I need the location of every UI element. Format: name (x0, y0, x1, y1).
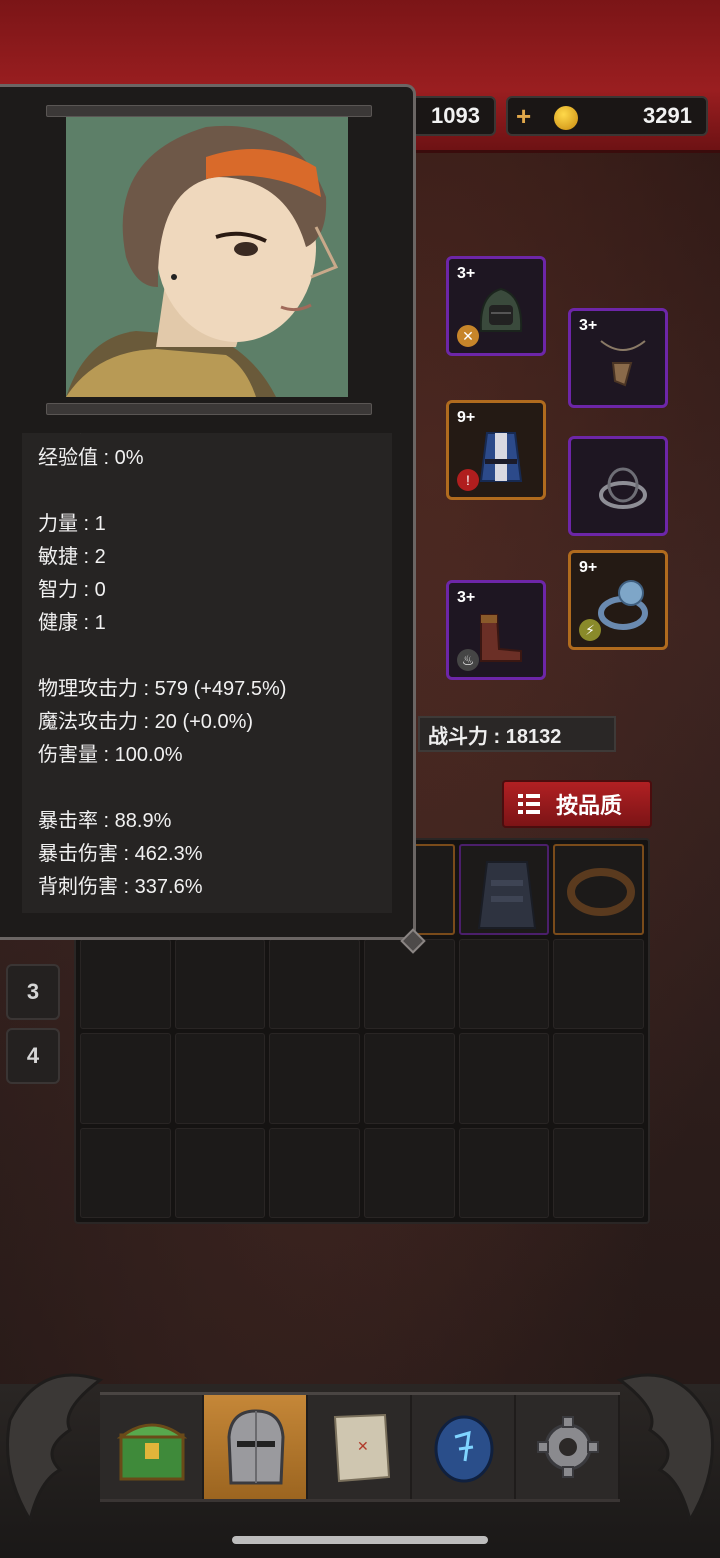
warning-icon: ! (457, 469, 479, 491)
coin-icon (554, 106, 578, 130)
stat-crit-rate: 暴击率 : 88.9% (38, 810, 172, 832)
home-indicator[interactable] (232, 1536, 488, 1544)
stats-list: 战斗力 : 18132 经验值 : 0% 力量 : 1 敏捷 : 2 智力 : … (38, 433, 286, 904)
hood-helmet-icon (479, 287, 523, 332)
inventory-cell[interactable] (174, 1033, 266, 1124)
inventory-cell[interactable] (363, 1033, 455, 1124)
stat-physical-attack: 物理攻击力 : 579 (+497.5%) (38, 678, 287, 700)
combat-power-label: 战斗力 : 18132 (428, 725, 562, 748)
page-tab-label: 4 (26, 1043, 40, 1068)
swords-icon: ✕ (457, 325, 479, 347)
equip-slot-ring-1[interactable] (568, 436, 668, 536)
nav-character-button[interactable] (204, 1395, 308, 1499)
portrait-rail-top (46, 105, 372, 117)
inventory-cell[interactable] (363, 938, 455, 1029)
inventory-page-tab-4[interactable]: 4 (6, 1028, 60, 1084)
page-tab-label: 3 (26, 979, 40, 1004)
gear-icon (537, 1416, 599, 1478)
stat-backstab-damage: 背刺伤害 : 337.6% (38, 876, 203, 898)
stat-intelligence: 智力 : 0 (38, 579, 106, 601)
gem-counter: 1093 (410, 96, 496, 136)
inventory-cell[interactable] (269, 1033, 360, 1124)
inventory-cell[interactable] (269, 938, 360, 1029)
portrait-rail-bottom (46, 403, 372, 415)
inventory-cell[interactable] (458, 1033, 550, 1124)
add-gold-button[interactable]: + (516, 103, 544, 130)
sort-by-quality-button[interactable]: 按品质 (502, 780, 652, 828)
stat-exp: 经验值 : 0% (38, 447, 144, 469)
stat-health: 健康 : 1 (38, 612, 106, 634)
nav-treasure-button[interactable] (100, 1395, 204, 1499)
equip-slot-helmet[interactable]: 3+ ✕ (446, 256, 546, 356)
bottom-nav: ✕ (100, 1392, 620, 1502)
treasure-chest-icon (117, 1423, 187, 1481)
knight-helmet-icon (227, 1409, 285, 1485)
nav-rune-button[interactable] (412, 1395, 516, 1499)
inventory-page-tab-3[interactable]: 3 (6, 964, 60, 1020)
inventory-cell[interactable] (553, 1033, 644, 1124)
inventory-cell[interactable] (269, 1127, 360, 1218)
leather-belt-icon (567, 868, 636, 916)
inventory-cell[interactable] (553, 1127, 644, 1218)
stat-crit-damage: 暴击伤害 : 462.3% (38, 843, 203, 865)
sort-label: 按品质 (556, 793, 623, 818)
bracelet-icon (599, 467, 647, 509)
combat-power-bar: 战斗力 : 18132 (418, 716, 616, 752)
left-wing-ornament (6, 1373, 104, 1524)
inventory-cell[interactable] (174, 938, 266, 1029)
gem-count: 1093 (431, 103, 480, 128)
equip-slot-amulet[interactable]: 3+ (568, 308, 668, 408)
inventory-cell[interactable] (458, 844, 550, 935)
character-portrait (66, 117, 348, 397)
inventory-cell[interactable] (80, 938, 171, 1029)
right-wing-ornament (616, 1373, 714, 1524)
nav-map-button[interactable]: ✕ (308, 1395, 412, 1499)
character-info-panel: 战斗力 : 18132 经验值 : 0% 力量 : 1 敏捷 : 2 智力 : … (0, 84, 416, 940)
stat-combat-power: 战斗力 : 18132 (38, 433, 286, 442)
equip-slot-armor[interactable]: 9+ ! (446, 400, 546, 500)
inventory-cell[interactable] (458, 1127, 550, 1218)
stat-agility: 敏捷 : 2 (38, 546, 106, 568)
lightning-icon: ⚡ (579, 619, 601, 641)
stats-area: 战斗力 : 18132 经验值 : 0% 力量 : 1 敏捷 : 2 智力 : … (22, 433, 392, 913)
equip-slot-boots[interactable]: 3+ ♨ (446, 580, 546, 680)
boots-icon (480, 614, 522, 662)
amulet-icon (600, 340, 646, 387)
gold-counter: + 3291 (506, 96, 708, 136)
inventory-cell[interactable] (553, 844, 644, 935)
robe-armor-icon (479, 432, 523, 482)
ring-icon (598, 580, 648, 630)
inventory-cell[interactable] (458, 938, 550, 1029)
inventory-cell[interactable] (174, 1127, 266, 1218)
list-icon (518, 794, 540, 814)
equip-slot-ring-2[interactable]: 9+ ⚡ (568, 550, 668, 650)
nav-settings-button[interactable] (516, 1395, 620, 1499)
inventory-cell[interactable] (80, 1033, 171, 1124)
rune-stone-icon (434, 1415, 494, 1483)
svg-text:✕: ✕ (357, 1439, 369, 1455)
inventory-cell[interactable] (553, 938, 644, 1029)
gold-count: 3291 (643, 103, 692, 128)
stat-magic-attack: 魔法攻击力 : 20 (+0.0%) (38, 711, 254, 733)
character-portrait-art (66, 117, 348, 397)
stat-strength: 力量 : 1 (38, 513, 106, 535)
inventory-cell[interactable] (80, 1127, 171, 1218)
stat-damage: 伤害量 : 100.0% (38, 744, 183, 766)
map-icon: ✕ (333, 1413, 391, 1483)
chest-armor-icon (477, 861, 536, 929)
inventory-cell[interactable] (363, 1127, 455, 1218)
flame-icon: ♨ (457, 649, 479, 671)
